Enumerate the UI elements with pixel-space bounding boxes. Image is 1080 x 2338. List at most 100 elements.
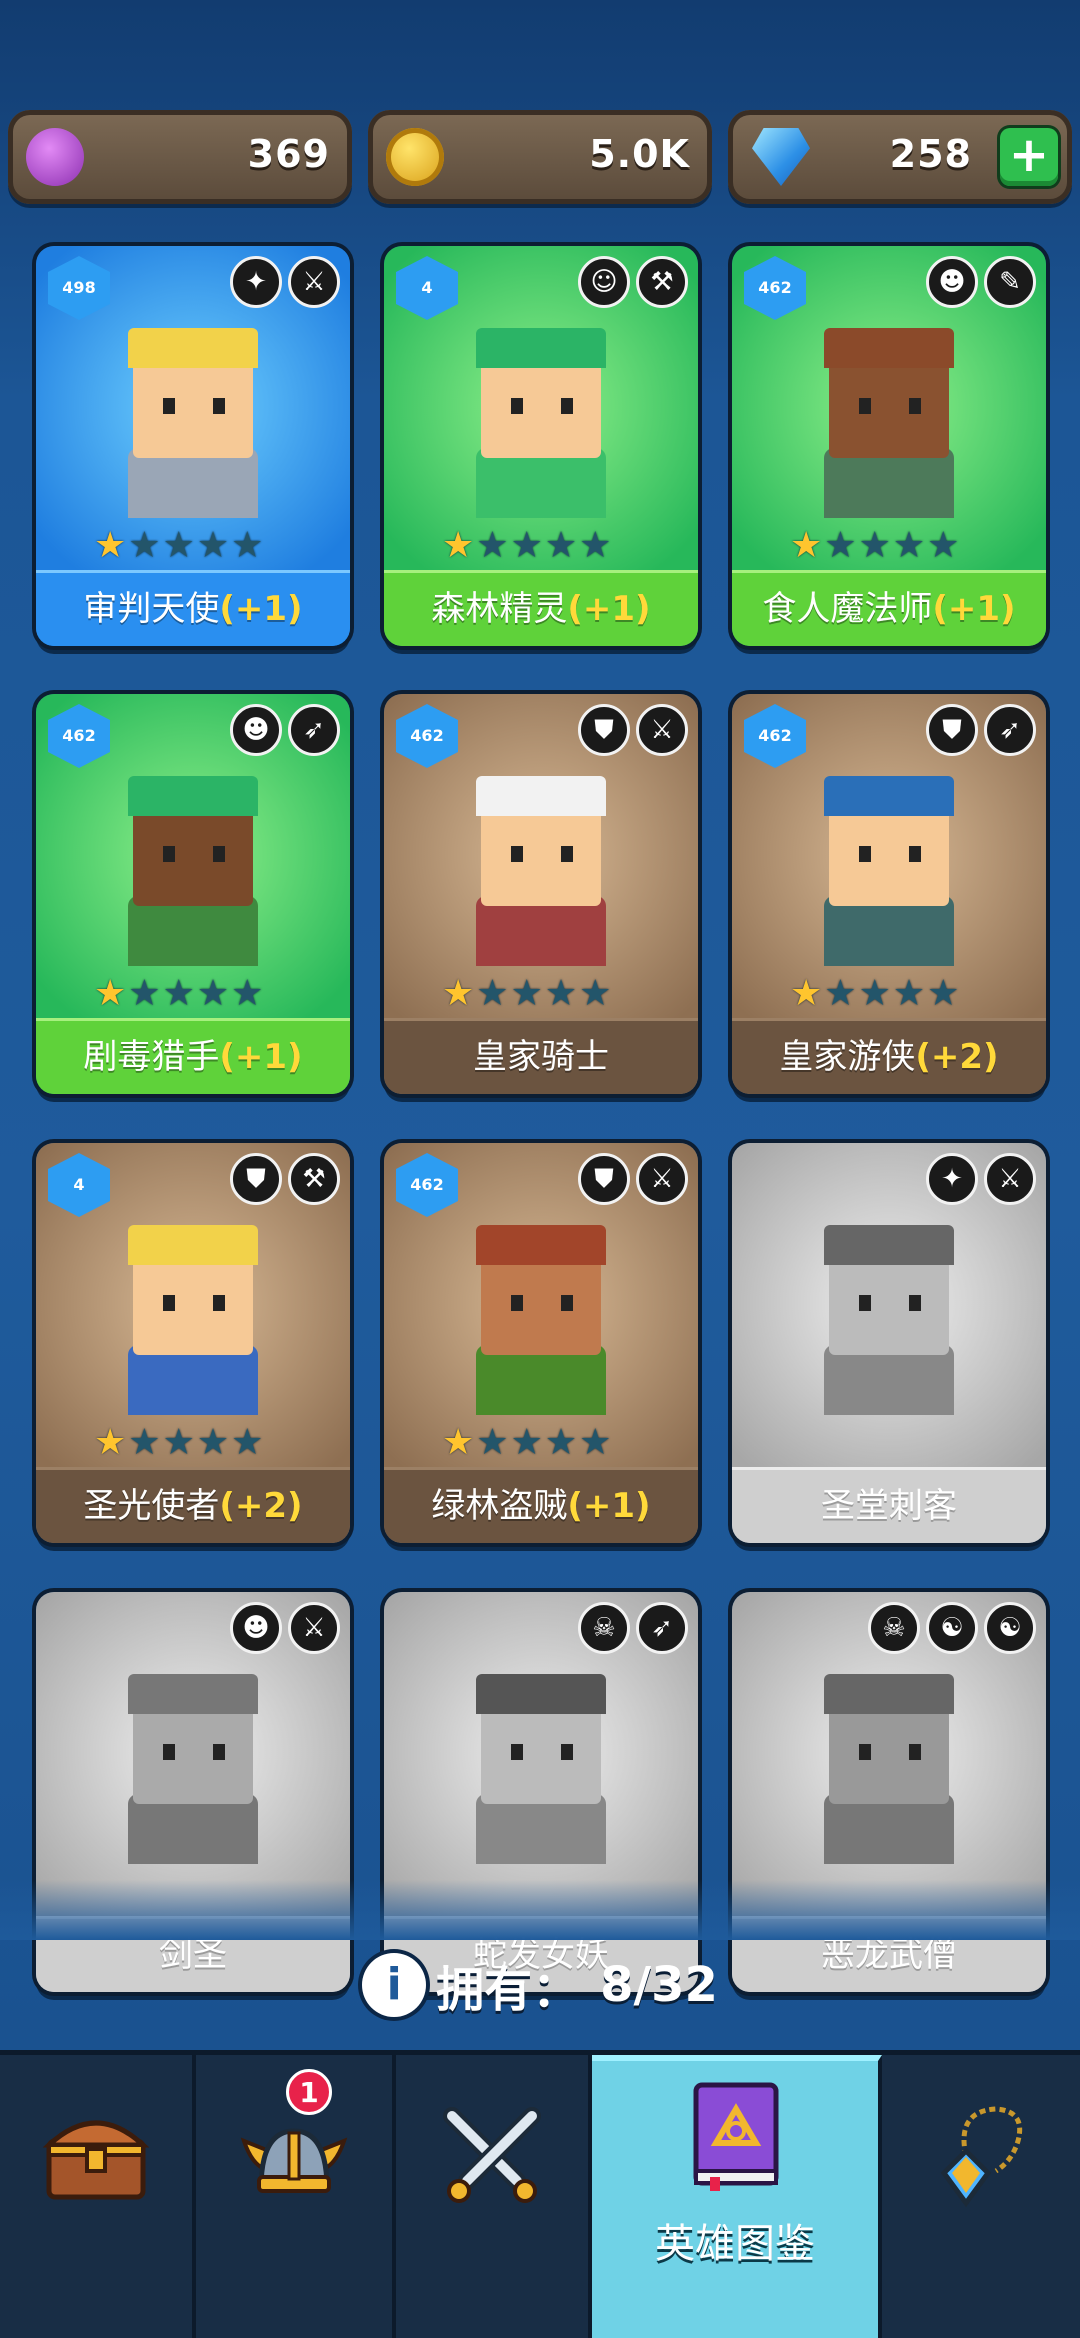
hero-name-bar: 剧毒猎手(+1) (36, 1018, 350, 1094)
hero-class-badges: ⛊ ⚔ (578, 704, 688, 756)
info-icon[interactable]: i (362, 1953, 427, 2017)
tab-battle[interactable] (396, 2055, 592, 2338)
star-icon: ★ (162, 1422, 195, 1463)
blue-gem-icon (752, 128, 810, 186)
hero-bonus: (+1) (932, 589, 1016, 629)
treasure-chest-icon (42, 2120, 150, 2200)
hero-portrait (814, 318, 964, 518)
star-icon: ★ (824, 525, 857, 566)
hero-bonus: (+1) (219, 1037, 303, 1077)
purple-elixir-icon (26, 128, 84, 186)
hero-bonus: (+2) (915, 1037, 999, 1077)
hero-class-badges: ☠ ➶ (578, 1602, 688, 1654)
add-gems-button[interactable]: + (1000, 128, 1058, 186)
star-icon: ★ (231, 525, 264, 566)
star-icon: ★ (231, 1422, 264, 1463)
hero-name-bar: 绿林盗贼(+1) (384, 1467, 698, 1543)
star-icon: ★ (196, 525, 230, 566)
hero-level-badge: 462 (48, 704, 110, 768)
notification-badge: 1 (286, 2069, 332, 2115)
hero-portrait (814, 766, 964, 966)
weapon-icon: ➶ (636, 1602, 688, 1654)
star-icon: ★ (579, 525, 612, 566)
hero-class-badges: ☺ ⚒ (578, 256, 688, 308)
tab-equipment[interactable] (882, 2055, 1080, 2338)
tab-hero-codex-label: 英雄图鉴 (655, 2221, 815, 2267)
star-icon: ★ (128, 973, 161, 1014)
gem-counter[interactable]: 258 + (728, 110, 1072, 204)
hero-bonus: (+2) (219, 1486, 303, 1526)
hero-name: 森林精灵 (431, 589, 568, 629)
faction-icon: ⛊ (230, 1153, 282, 1205)
hero-class-badges: ✦ ⚔ (926, 1153, 1036, 1205)
faction-icon: ☠ (578, 1602, 630, 1654)
hero-card[interactable]: 462 ☻ ✎ ★ ★ ★ ★ ★ 食人魔法师(+1) (732, 246, 1046, 646)
weapon-icon: ⚔ (984, 1153, 1036, 1205)
bottom-nav: 1 英雄图鉴 (0, 2050, 1080, 2338)
star-icon: ★ (790, 525, 823, 566)
weapon-icon: ✎ (984, 256, 1036, 308)
hero-class-badges: ☻ ➶ (230, 704, 340, 756)
weapon-icon: ➶ (288, 704, 340, 756)
gold-coin-icon (386, 128, 444, 186)
weapon-icon: ⚔ (636, 704, 688, 756)
hero-level-badge: 462 (396, 704, 458, 768)
list-fade (0, 1880, 1080, 1940)
star-icon: ★ (858, 973, 891, 1014)
star-icon: ★ (510, 525, 543, 566)
hero-card[interactable]: 462 ⛊ ⚔ ★ ★ ★ ★ ★ 绿林盗贼(+1) (384, 1143, 698, 1543)
star-icon: ★ (128, 1422, 161, 1463)
faction-icon: ☻ (230, 1602, 282, 1654)
hero-level-badge: 462 (744, 256, 806, 320)
hero-bonus: (+1) (219, 589, 303, 629)
faction-icon: ☠ (868, 1602, 920, 1654)
star-icon: ★ (544, 525, 578, 566)
faction-icon: ☺ (578, 256, 630, 308)
star-icon: ★ (442, 525, 475, 566)
faction-icon: ⛊ (578, 1153, 630, 1205)
star-icon: ★ (231, 973, 264, 1014)
star-icon: ★ (927, 973, 960, 1014)
star-icon: ★ (824, 973, 857, 1014)
tab-shop[interactable] (0, 2055, 196, 2338)
hero-portrait (118, 1664, 268, 1864)
star-icon: ★ (510, 973, 543, 1014)
weapon-icon: ⚒ (288, 1153, 340, 1205)
owned-counter: i 拥有： 8/32 (0, 1950, 1080, 2020)
hero-star-rating: ★ ★ ★ ★ ★ (442, 976, 611, 1012)
hero-card[interactable]: 462 ☻ ➶ ★ ★ ★ ★ ★ 剧毒猎手(+1) (36, 694, 350, 1094)
hero-card[interactable]: 462 ⛊ ➶ ★ ★ ★ ★ ★ 皇家游侠(+2) (732, 694, 1046, 1094)
star-icon: ★ (94, 973, 127, 1014)
viking-helmet-icon (240, 2128, 348, 2193)
star-icon: ★ (858, 525, 891, 566)
weapon-icon: ➶ (984, 704, 1036, 756)
hero-star-rating: ★ ★ ★ ★ ★ (94, 528, 263, 564)
hero-level-badge: 462 (744, 704, 806, 768)
hero-card[interactable]: 4 ⛊ ⚒ ★ ★ ★ ★ ★ 圣光使者(+2) (36, 1143, 350, 1543)
gold-counter[interactable]: 5.0K (368, 110, 712, 204)
hero-card[interactable]: 462 ⛊ ⚔ ★ ★ ★ ★ ★ 皇家骑士 (384, 694, 698, 1094)
star-icon: ★ (196, 973, 230, 1014)
hero-name-bar: 皇家骑士 (384, 1018, 698, 1094)
hero-card[interactable]: 4 ☺ ⚒ ★ ★ ★ ★ ★ 森林精灵(+1) (384, 246, 698, 646)
hero-class-badges: ☻ ✎ (926, 256, 1036, 308)
hero-class-badges: ☠ ☯ ☯ (868, 1602, 1036, 1654)
elixir-amount: 369 (247, 132, 330, 176)
gold-amount: 5.0K (589, 132, 690, 176)
hero-portrait (118, 1215, 268, 1415)
star-icon: ★ (162, 525, 195, 566)
tab-heroes[interactable]: 1 (196, 2055, 396, 2338)
star-icon: ★ (128, 525, 161, 566)
hero-name: 剧毒猎手 (83, 1037, 220, 1077)
hero-name: 圣光使者 (83, 1486, 220, 1526)
hero-card[interactable]: ✦ ⚔ 圣堂刺客 (732, 1143, 1046, 1543)
star-icon: ★ (892, 525, 926, 566)
star-icon: ★ (94, 525, 127, 566)
hero-name: 皇家游侠 (779, 1037, 916, 1077)
weapon-icon: ⚔ (288, 256, 340, 308)
hero-card[interactable]: 498 ✦ ⚔ ★ ★ ★ ★ ★ 审判天使(+1) (36, 246, 350, 646)
weapon-icon: ☯ (984, 1602, 1036, 1654)
tab-hero-codex[interactable]: 英雄图鉴 (592, 2055, 882, 2338)
hero-name-bar: 审判天使(+1) (36, 570, 350, 646)
elixir-counter[interactable]: 369 (8, 110, 352, 204)
